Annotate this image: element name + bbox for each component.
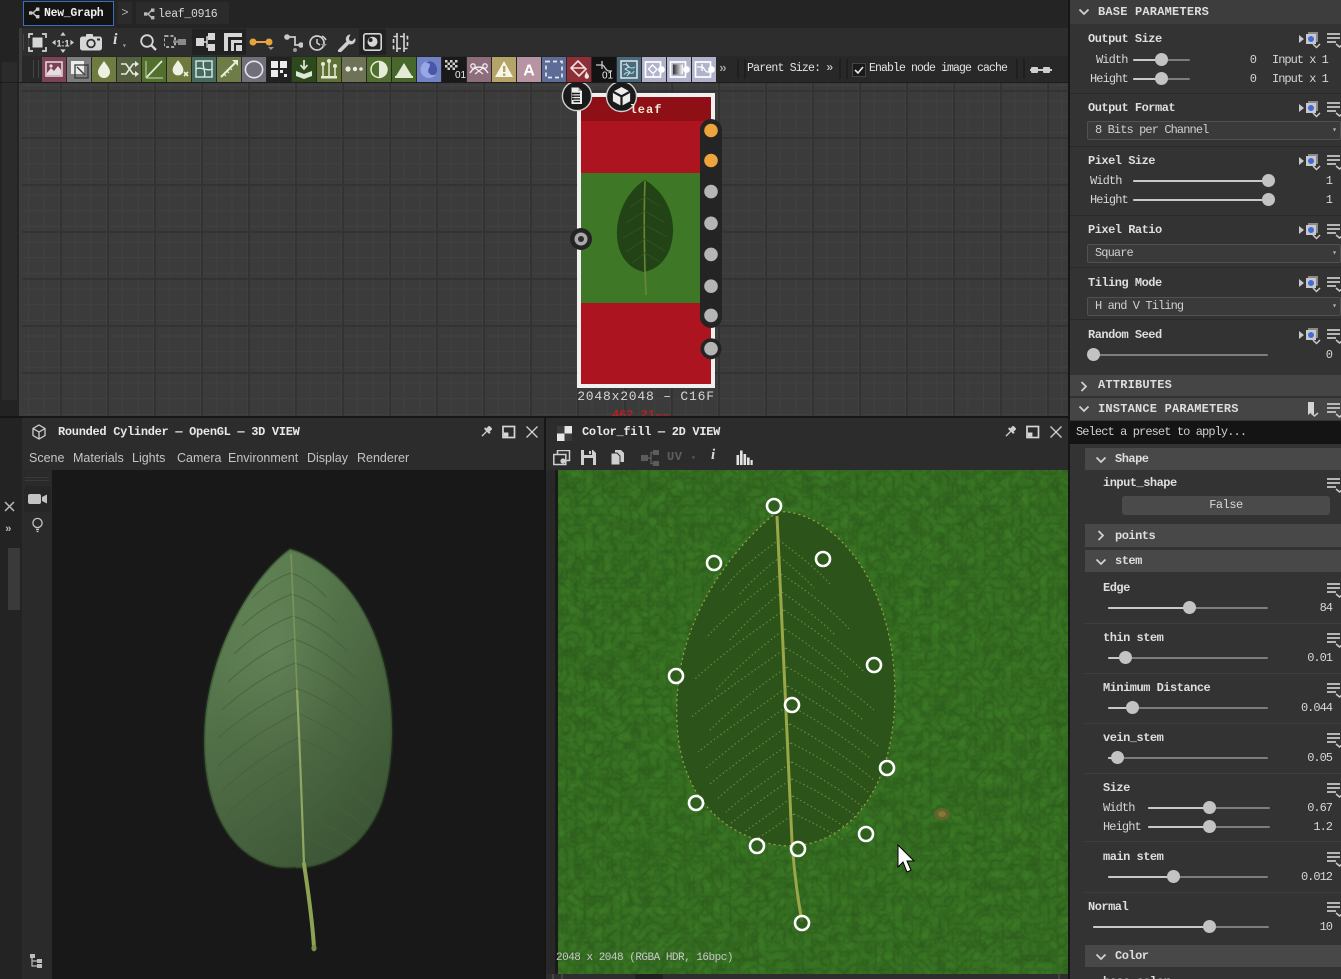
svg-text:01: 01 [602, 71, 614, 82]
svg-text:1:1: 1:1 [56, 38, 69, 48]
svg-text:01: 01 [455, 70, 466, 81]
svg-text:A: A [523, 63, 535, 80]
